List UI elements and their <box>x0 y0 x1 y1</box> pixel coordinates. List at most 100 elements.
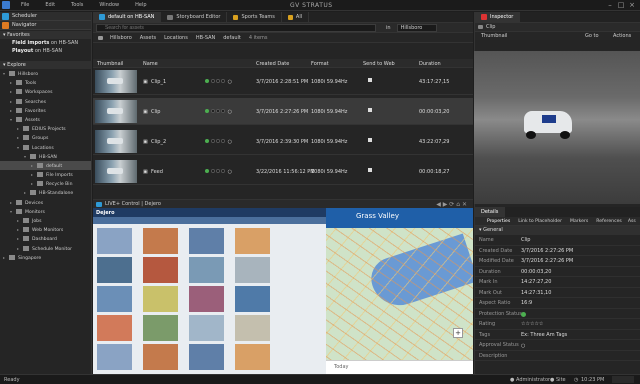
tab-storyboard[interactable]: Storyboard Editor <box>161 12 228 22</box>
tab-properties[interactable]: Properties <box>475 219 514 224</box>
tab-references[interactable]: References <box>592 219 626 224</box>
media-tile[interactable] <box>97 315 132 341</box>
table-row[interactable]: ▣ Feed ○ 3/22/2016 11:56:12 PM 1080i 59.94H… <box>93 158 473 185</box>
maximize-icon[interactable]: □ <box>617 1 625 9</box>
breadcrumb-item[interactable]: HB-SAN <box>192 35 219 41</box>
navigator-tab[interactable]: Navigator <box>0 21 91 30</box>
search-input[interactable] <box>96 23 376 32</box>
send-to-web-checkbox[interactable] <box>368 138 372 142</box>
map-panel[interactable]: Grass Valley + Today <box>326 208 473 374</box>
column-duration[interactable]: Duration <box>419 61 441 67</box>
favorite-item[interactable]: Playout on HB-SAN <box>0 47 91 55</box>
media-tile[interactable] <box>143 228 178 254</box>
tree-item[interactable]: ▸ Web Monitors <box>0 225 91 234</box>
tree-item[interactable]: ▸ EDIUS Projects <box>0 124 91 133</box>
scheduler-tab[interactable]: Scheduler <box>0 12 91 21</box>
tree-item[interactable]: ▸ Jobs <box>0 216 91 225</box>
tree-item[interactable]: ▸ Groups <box>0 133 91 142</box>
media-tile[interactable] <box>97 286 132 312</box>
status-user[interactable]: Administrator <box>516 377 550 383</box>
media-tile[interactable] <box>189 257 224 283</box>
menu-file[interactable]: File <box>13 2 37 8</box>
tab-details[interactable]: Details <box>475 207 506 217</box>
tree-item[interactable]: ▸ Singapore <box>0 253 91 262</box>
favorite-item[interactable]: Field imports on HB-SAN <box>0 39 91 47</box>
tree-item[interactable]: ▸ default <box>0 160 91 171</box>
explore-section[interactable]: ▾ Explore <box>0 61 91 69</box>
tab-thumbnail[interactable]: Thumbnail <box>481 33 507 39</box>
tab-assets[interactable]: Ass <box>626 219 638 224</box>
tree-item[interactable]: ▾ Hillsboro <box>0 69 91 78</box>
close-icon[interactable]: × <box>628 1 636 9</box>
viewer-controls-icon[interactable]: ◀ ▶ ⟳ ⌂ ✕ <box>436 201 467 208</box>
menu-window[interactable]: Window <box>91 2 127 8</box>
media-tile[interactable] <box>97 257 132 283</box>
menu-tools[interactable]: Tools <box>63 2 91 8</box>
table-row[interactable]: ▣ Clip ○ 3/7/2016 2:27:26 PM 1080i 59.94Hz 0… <box>93 98 473 125</box>
media-tile[interactable] <box>97 228 132 254</box>
property-value[interactable]: ☆☆☆☆☆ <box>521 319 543 330</box>
tab-sports[interactable]: Sports Teams <box>227 12 282 22</box>
tree-item[interactable]: ▸ Dashboard <box>0 234 91 243</box>
media-tile[interactable] <box>189 286 224 312</box>
send-to-web-checkbox[interactable] <box>368 78 372 82</box>
media-tile[interactable] <box>189 228 224 254</box>
favorites-section[interactable]: ▾ Favorites <box>0 31 91 39</box>
send-to-web-checkbox[interactable] <box>368 108 372 112</box>
tree-item[interactable]: ▸ File Imports <box>0 170 91 179</box>
tree-item[interactable]: ▸ HB-Standalone <box>0 188 91 197</box>
media-tile[interactable] <box>97 344 132 370</box>
media-tile[interactable] <box>235 257 270 283</box>
tab-all[interactable]: All <box>282 12 310 22</box>
tree-item[interactable]: ▸ Searches <box>0 97 91 106</box>
breadcrumb-item[interactable]: default <box>219 35 245 41</box>
tree-item[interactable]: ▾ Monitors <box>0 207 91 216</box>
tree-item[interactable]: ▸ Workspaces <box>0 87 91 96</box>
actions-button[interactable]: Actions <box>613 33 631 39</box>
tree-item[interactable]: ▸ Tools <box>0 78 91 87</box>
column-created-date[interactable]: Created Date <box>256 61 289 67</box>
tree-item[interactable]: ▸ Devices <box>0 198 91 207</box>
property-row: Modified Date 3/7/2016 2:27:26 PM <box>475 256 640 267</box>
media-tile[interactable] <box>143 344 178 370</box>
column-format[interactable]: Format <box>311 61 329 67</box>
tab-inspector[interactable]: Inspector <box>475 12 521 22</box>
breadcrumb-item[interactable]: Hillsboro <box>106 35 136 41</box>
media-tile[interactable] <box>235 286 270 312</box>
go-to-button[interactable]: Go to <box>585 33 599 39</box>
minimize-icon[interactable]: – <box>606 1 614 9</box>
menu-help[interactable]: Help <box>127 2 154 8</box>
breadcrumb-item[interactable]: Assets <box>136 35 160 41</box>
column-thumbnail[interactable]: Thumbnail <box>97 61 123 67</box>
tree-item[interactable]: ▸ Recycle Bin <box>0 179 91 188</box>
media-tile[interactable] <box>235 228 270 254</box>
tab-link-placeholder[interactable]: Link to Placeholder <box>514 219 566 224</box>
media-tile[interactable] <box>189 344 224 370</box>
tree-item[interactable]: ▸ Schedule Monitor <box>0 244 91 253</box>
general-label: General <box>483 227 503 233</box>
tab-default[interactable]: default on HB-SAN <box>93 12 162 22</box>
media-tile[interactable] <box>189 315 224 341</box>
menu-edit[interactable]: Edit <box>37 2 63 8</box>
media-tile[interactable] <box>143 286 178 312</box>
column-name[interactable]: Name <box>143 61 158 67</box>
tree-item[interactable]: ▾ Locations <box>0 143 91 152</box>
property-value[interactable]: Ex: Three Am Tags <box>521 330 567 341</box>
breadcrumb-item[interactable]: Locations <box>160 35 192 41</box>
tree-item[interactable]: ▸ Favorites <box>0 106 91 115</box>
viewer-tab-label[interactable]: LIVE+ Control | Dejero <box>105 201 161 207</box>
media-tile[interactable] <box>143 257 178 283</box>
tree-item[interactable]: ▾ Assets <box>0 115 91 124</box>
tab-markers[interactable]: Markers <box>566 219 592 224</box>
general-section[interactable]: ▾ General <box>475 226 640 235</box>
column-send-to-web[interactable]: Send to Web <box>363 61 395 67</box>
media-tile[interactable] <box>235 344 270 370</box>
send-to-web-checkbox[interactable] <box>368 168 372 172</box>
table-row[interactable]: ▣ Clip_2 ○ 3/7/2016 2:39:30 PM 1080i 59.94H… <box>93 128 473 155</box>
search-scope-select[interactable]: Hillsboro <box>396 23 438 32</box>
tree-item[interactable]: ▾ HB-SAN <box>0 152 91 161</box>
media-tile[interactable] <box>235 315 270 341</box>
media-tile[interactable] <box>143 315 178 341</box>
zoom-in-icon[interactable]: + <box>453 328 463 338</box>
table-row[interactable]: ▣ Clip_1 ○ 3/7/2016 2:28:51 PM 1080i 59.94H… <box>93 68 473 95</box>
